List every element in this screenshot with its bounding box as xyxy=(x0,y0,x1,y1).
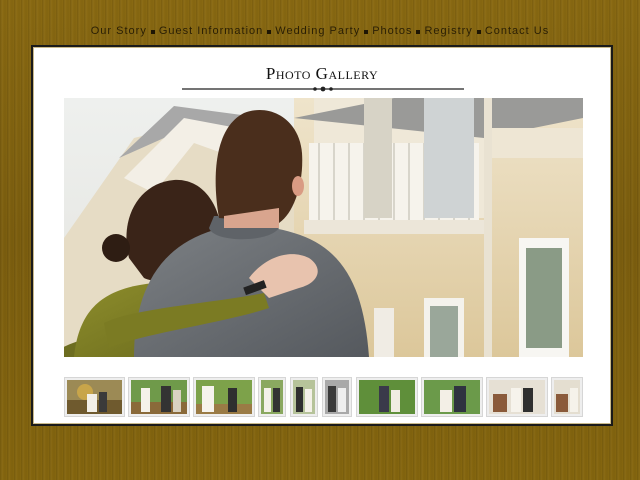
thumbnail-5[interactable] xyxy=(290,377,318,417)
thumbnail-1[interactable] xyxy=(64,377,125,417)
main-photo xyxy=(64,98,583,357)
page-title: Photo Gallery xyxy=(265,64,379,83)
thumbnail-strip xyxy=(64,377,583,419)
thumbnail-9[interactable] xyxy=(486,377,548,417)
thumbnail-3[interactable] xyxy=(193,377,255,417)
nav-separator xyxy=(364,30,369,34)
nav-guest-information[interactable]: Guest Information xyxy=(159,25,263,37)
nav-registry[interactable]: Registry xyxy=(424,25,472,37)
nav-photos[interactable]: Photos xyxy=(372,25,412,37)
nav-separator xyxy=(416,30,421,34)
couple-house-photo xyxy=(64,98,583,357)
thumbnail-8[interactable] xyxy=(421,377,483,417)
nav-wedding-party[interactable]: Wedding Party xyxy=(275,25,360,37)
title-divider-ornament xyxy=(182,86,464,92)
nav-contact-us[interactable]: Contact Us xyxy=(485,25,549,37)
nav-our-story[interactable]: Our Story xyxy=(91,25,147,37)
thumbnail-10[interactable] xyxy=(551,377,583,417)
nav-separator xyxy=(267,30,272,34)
main-nav: Our Story Guest Information Wedding Part… xyxy=(0,22,640,40)
content-panel: Photo Gallery xyxy=(31,45,613,426)
thumbnail-2[interactable] xyxy=(128,377,190,417)
nav-separator xyxy=(476,30,481,34)
thumbnail-6[interactable] xyxy=(322,377,352,417)
thumbnail-4[interactable] xyxy=(258,377,286,417)
thumbnail-7[interactable] xyxy=(356,377,418,417)
nav-separator xyxy=(150,30,155,34)
